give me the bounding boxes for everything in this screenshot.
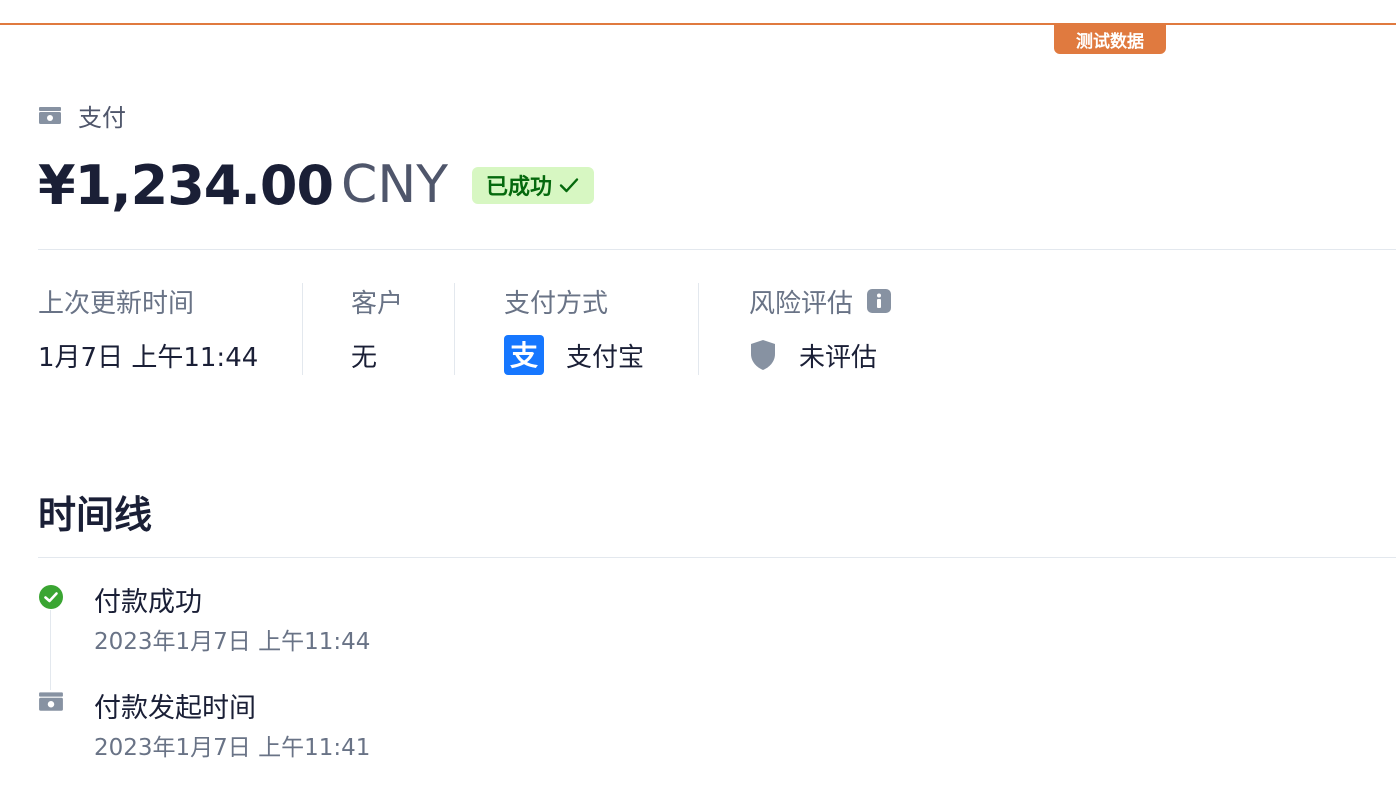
meta-customer: 客户 无 <box>302 283 454 375</box>
header-divider <box>38 249 1396 250</box>
timeline-item-text: 付款发起时间 2023年1月7日 上午11:41 <box>94 686 370 762</box>
timeline-item-text: 付款成功 2023年1月7日 上午11:44 <box>94 580 370 656</box>
shield-icon <box>751 340 775 370</box>
customer-label: 客户 <box>351 288 404 319</box>
payment-method-value: 支付宝 <box>566 342 645 373</box>
timeline-connector <box>50 610 51 690</box>
payment-icon <box>39 692 63 711</box>
top-bar <box>0 0 1396 25</box>
timeline-item-title: 付款成功 <box>94 587 202 618</box>
timeline-item-time: 2023年1月7日 上午11:41 <box>94 735 371 761</box>
section-label-text: 支付 <box>78 103 126 132</box>
meta-risk: 风险评估 未评估 <box>698 283 958 375</box>
risk-value: 未评估 <box>799 342 878 373</box>
check-circle-icon <box>39 585 63 609</box>
payment-amount: ¥1,234.00 <box>38 153 334 217</box>
amount-row: ¥1,234.00 CNY 已成功 <box>38 150 595 220</box>
test-data-badge: 测试数据 <box>1054 25 1166 54</box>
last-updated-label: 上次更新时间 <box>38 288 195 319</box>
payment-meta-row: 上次更新时间 1月7日 上午11:44 客户 无 支付方式 支 支付宝 风险评估 <box>38 283 958 375</box>
checkmark-icon <box>559 178 579 193</box>
payment-method-value-row: 支 支付宝 <box>504 335 698 375</box>
section-label: 支付 <box>38 98 126 132</box>
payment-method-label: 支付方式 <box>504 288 609 319</box>
timeline-title: 时间线 <box>38 493 153 537</box>
info-icon[interactable] <box>867 289 892 313</box>
customer-value: 无 <box>351 342 378 373</box>
svg-text:支: 支 <box>510 339 538 372</box>
payment-icon <box>39 107 61 124</box>
timeline-item-title: 付款发起时间 <box>94 693 256 724</box>
status-text: 已成功 <box>486 175 553 200</box>
timeline-divider <box>38 557 1396 558</box>
risk-label-row: 风险评估 <box>749 283 958 319</box>
alipay-icon: 支 <box>504 335 544 375</box>
meta-payment-method: 支付方式 支 支付宝 <box>454 283 698 375</box>
payment-currency: CNY <box>341 155 449 215</box>
risk-label: 风险评估 <box>749 288 854 319</box>
last-updated-value: 1月7日 上午11:44 <box>38 342 259 373</box>
risk-value-row: 未评估 <box>749 335 958 375</box>
timeline-item-time: 2023年1月7日 上午11:44 <box>94 629 371 655</box>
meta-last-updated: 上次更新时间 1月7日 上午11:44 <box>38 283 302 375</box>
status-badge: 已成功 <box>472 166 595 204</box>
